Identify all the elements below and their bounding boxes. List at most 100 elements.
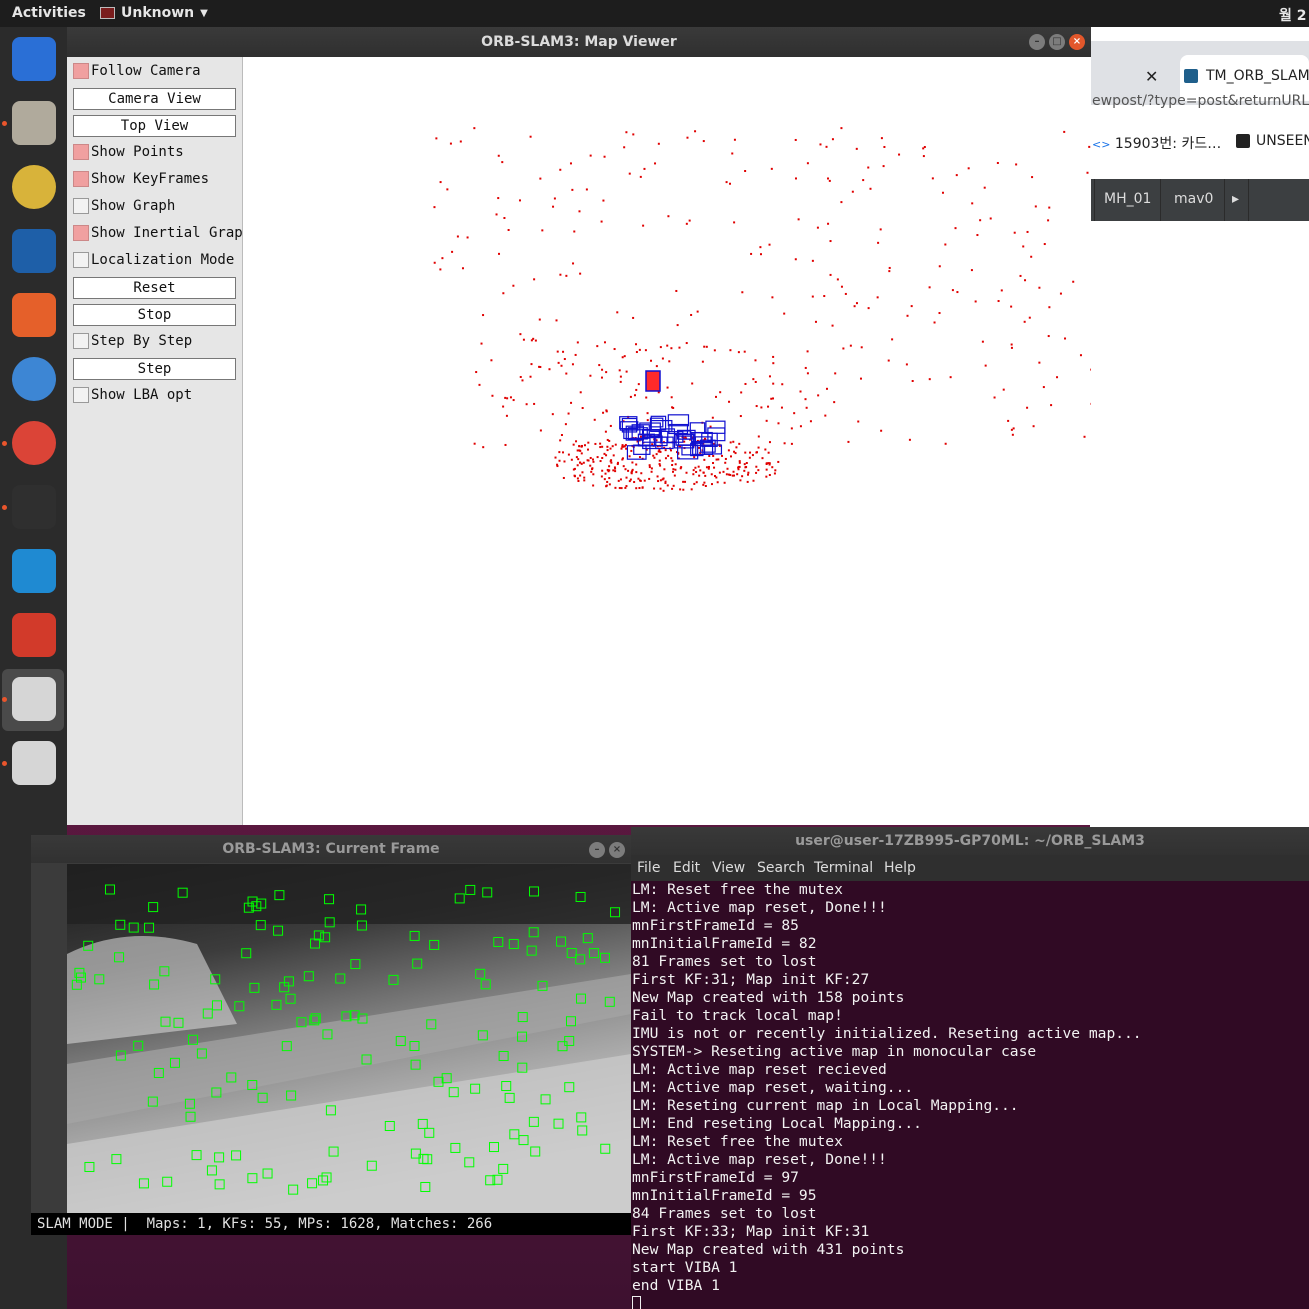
map-point — [829, 273, 832, 276]
map-point — [659, 487, 662, 490]
map-point — [576, 477, 579, 480]
map-point — [853, 305, 856, 308]
bookmark-item[interactable]: <> 15903번: 카드… — [1092, 133, 1221, 153]
map-point — [644, 349, 647, 352]
minimize-icon[interactable]: – — [1029, 34, 1045, 50]
dock-item-writer[interactable] — [2, 221, 64, 283]
path-segment-mh01[interactable]: MH_01 — [1104, 191, 1151, 207]
map-point — [646, 412, 649, 415]
step-button[interactable]: Step — [73, 358, 236, 380]
terminal-line: LM: Active map reset, Done!!! — [632, 899, 887, 916]
map-point — [1031, 176, 1034, 179]
map-point — [658, 459, 661, 462]
dock-item-terminal[interactable] — [2, 477, 64, 539]
dock-item-chrome[interactable] — [2, 413, 64, 475]
checkbox-box[interactable] — [73, 171, 89, 187]
menu-terminal[interactable]: Terminal — [814, 860, 873, 876]
map-point — [686, 136, 689, 139]
map-3d-view[interactable] — [243, 57, 1094, 825]
map-point — [1047, 219, 1050, 222]
path-segment-mav0[interactable]: mav0 — [1174, 191, 1213, 207]
terminal-output[interactable]: LM: Reset free the mutex LM: Active map r… — [632, 881, 1309, 1309]
map-point — [1048, 206, 1051, 209]
map-point — [910, 305, 913, 308]
map-point — [556, 463, 559, 466]
checkbox-box[interactable] — [73, 387, 89, 403]
menu-search[interactable]: Search — [757, 860, 805, 876]
checkbox-box[interactable] — [73, 252, 89, 268]
close-icon[interactable]: × — [609, 842, 625, 858]
map-point — [562, 451, 565, 454]
terminal-titlebar[interactable]: user@user-17ZB995-GP70ML: ~/ORB_SLAM3 — [631, 827, 1309, 855]
show-graph-checkbox[interactable]: Show Graph — [73, 196, 236, 218]
show-keyframes-checkbox[interactable]: Show KeyFrames — [73, 169, 236, 191]
current-frame-window[interactable]: ORB-SLAM3: Current Frame – × SLAM MODE |… — [31, 835, 631, 1235]
map-point — [538, 318, 541, 321]
map-point — [589, 464, 592, 467]
browser-window[interactable]: ✕ TM_ORB_SLAM ewpost/?type=post&returnUR… — [1090, 27, 1309, 827]
minimize-icon[interactable]: – — [589, 842, 605, 858]
step-by-step-checkbox[interactable]: Step By Step — [73, 331, 236, 353]
dock-item-rhythmbox[interactable] — [2, 157, 64, 219]
activities-button[interactable]: Activities — [12, 5, 86, 21]
map-point — [599, 446, 602, 449]
maximize-icon[interactable]: □ — [1049, 34, 1065, 50]
map-point — [661, 357, 664, 360]
map-viewer-window[interactable]: ORB-SLAM3: Map Viewer – □ × Follow Camer… — [67, 27, 1094, 825]
map-point — [772, 355, 775, 358]
dock-item-software[interactable] — [2, 285, 64, 347]
map-point — [729, 349, 732, 352]
map-point — [1072, 280, 1075, 283]
dock-item-unknown-app[interactable] — [2, 669, 64, 731]
chevron-right-icon[interactable]: ▸ — [1232, 191, 1239, 207]
follow-camera-checkbox[interactable]: Follow Camera — [73, 61, 236, 83]
dock-item-app-tiles[interactable] — [2, 605, 64, 667]
show-inertial-graph-checkbox[interactable]: Show Inertial Graph — [73, 223, 251, 245]
menu-help[interactable]: Help — [884, 860, 916, 876]
menu-file[interactable]: File — [637, 860, 660, 876]
bookmark-item[interactable]: UNSEEN — [1236, 133, 1309, 149]
dock-item-vscode[interactable] — [2, 541, 64, 603]
checkbox-box[interactable] — [73, 63, 89, 79]
dock-item-help[interactable] — [2, 349, 64, 411]
stop-button[interactable]: Stop — [73, 304, 236, 326]
checkbox-box[interactable] — [73, 225, 89, 241]
map-point — [759, 253, 762, 256]
show-lba-opt-checkbox[interactable]: Show LBA opt — [73, 385, 236, 407]
dock-item-unknown-app[interactable] — [2, 733, 64, 795]
current-frame-titlebar[interactable]: ORB-SLAM3: Current Frame – × — [31, 835, 631, 863]
top-view-button[interactable]: Top View — [73, 115, 236, 137]
files-icon — [12, 101, 56, 145]
app-menu[interactable]: Unknown ▼ — [100, 5, 208, 21]
map-point — [625, 447, 628, 450]
map-viewer-titlebar[interactable]: ORB-SLAM3: Map Viewer – □ × — [67, 27, 1091, 57]
show-points-checkbox[interactable]: Show Points — [73, 142, 236, 164]
tab-close-icon[interactable]: ✕ — [1145, 67, 1158, 86]
map-point — [609, 424, 612, 427]
map-point — [713, 466, 716, 469]
map-point — [754, 359, 757, 362]
terminal-prompt-line[interactable] — [632, 1295, 1309, 1309]
close-icon[interactable]: × — [1069, 34, 1085, 50]
map-point — [638, 456, 641, 459]
dock-item-files[interactable] — [2, 93, 64, 155]
checkbox-box[interactable] — [73, 144, 89, 160]
checkbox-box[interactable] — [73, 333, 89, 349]
checkbox-box[interactable] — [73, 198, 89, 214]
map-point — [482, 314, 485, 317]
menu-edit[interactable]: Edit — [673, 860, 700, 876]
dock-item-thunderbird[interactable] — [2, 29, 64, 91]
localization-mode-checkbox[interactable]: Localization Mode — [73, 250, 236, 272]
camera-view-button[interactable]: Camera View — [73, 88, 236, 110]
address-bar[interactable]: ewpost/?type=post&returnURL=% — [1090, 93, 1309, 119]
map-point — [560, 364, 563, 367]
app-tiles-icon — [12, 613, 56, 657]
map-point — [560, 434, 563, 437]
map-point — [643, 167, 646, 170]
reset-button[interactable]: Reset — [73, 277, 236, 299]
menu-view[interactable]: View — [712, 860, 745, 876]
terminal-window[interactable]: user@user-17ZB995-GP70ML: ~/ORB_SLAM3 Fi… — [631, 827, 1309, 1309]
map-point — [572, 468, 575, 471]
map-point — [1083, 435, 1086, 438]
clock[interactable]: 월 2 — [1279, 5, 1309, 25]
